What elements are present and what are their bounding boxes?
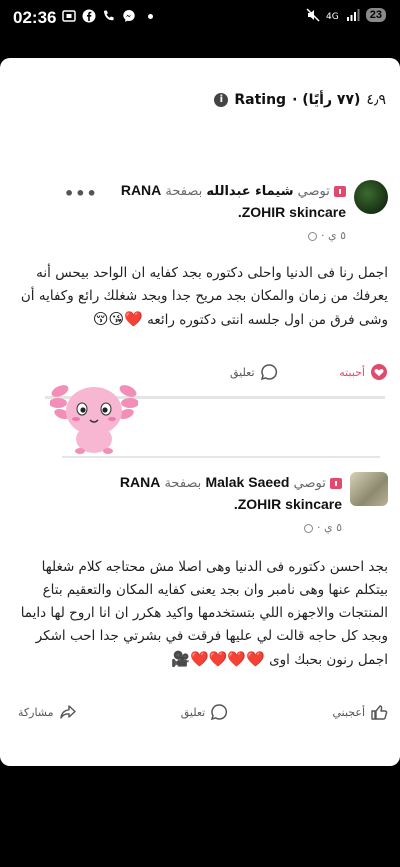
post-meta: ٥ ي ·	[18, 518, 342, 538]
rating-header: ٤٫٩ (٧٧ رأيًا) · Rating i	[214, 92, 386, 108]
comment-icon	[211, 704, 228, 721]
review-emojis: ❤️😘😚	[92, 310, 143, 328]
data-icon: 4G	[326, 12, 339, 22]
share-button[interactable]: مشاركة	[18, 703, 77, 721]
signal-icon	[346, 9, 360, 21]
notification-dot	[148, 13, 153, 19]
comment-label: تعليق	[180, 705, 206, 719]
globe-icon	[307, 231, 317, 241]
author-name[interactable]: شيماء عبدالله	[206, 184, 293, 199]
svg-text:4G: 4G	[326, 12, 339, 22]
love-button[interactable]: أحببته	[339, 363, 388, 381]
post-time: ٥ ي ·	[320, 229, 346, 242]
thumbs-up-icon	[371, 705, 388, 720]
page-name[interactable]: RANA	[120, 474, 160, 490]
love-label: أحببته	[339, 365, 365, 379]
comment-button[interactable]: تعليق	[230, 363, 278, 381]
review-post-2: توصي Malak Saeed بصفحة RANA ZOHIR skinca…	[18, 472, 388, 672]
system-nav-bar	[0, 820, 400, 867]
page-name-cont[interactable]: ZOHIR skincare.	[234, 496, 342, 512]
post-header: توصي Malak Saeed بصفحة RANA ZOHIR skinca…	[18, 472, 388, 538]
love-reaction-icon	[371, 364, 387, 380]
status-bar: 02:36 4G 23	[0, 0, 400, 36]
axolotl-sticker	[50, 385, 138, 454]
share-icon	[59, 705, 76, 719]
avatar[interactable]	[350, 472, 388, 506]
battery-badge: 23	[365, 8, 386, 22]
messenger-icon	[123, 10, 135, 22]
rating-score: ٤٫٩	[366, 92, 386, 108]
call-icon	[104, 10, 114, 21]
comment-icon	[260, 364, 277, 381]
author-name[interactable]: Malak Saeed	[205, 474, 289, 490]
status-time: 02:36	[13, 8, 57, 27]
rating-count: (٧٧ رأيًا) ·	[292, 92, 361, 108]
facebook-icon	[82, 9, 96, 23]
post-divider	[62, 456, 380, 458]
post-time: ٥ ي ·	[316, 521, 342, 534]
page-name[interactable]: RANA	[121, 182, 161, 198]
status-left-icons	[62, 9, 153, 23]
post-header-text: توصي Malak Saeed بصفحة RANA ZOHIR skinca…	[18, 472, 342, 538]
page-name-cont[interactable]: ZOHIR skincare.	[238, 204, 346, 220]
review-text: اجمل رنا فى الدنيا واحلى دكتوره بجد كفاي…	[18, 262, 388, 332]
mute-icon	[306, 8, 320, 22]
recommends-label: توصي	[293, 476, 326, 491]
avatar[interactable]	[354, 180, 388, 214]
post-meta: ٥ ي ·	[18, 226, 346, 246]
globe-icon	[303, 523, 313, 533]
preposition: بصفحة	[164, 476, 202, 491]
comment-label: تعليق	[230, 365, 255, 379]
info-icon[interactable]: i	[214, 93, 229, 107]
recommend-icon	[330, 478, 342, 489]
more-options-icon[interactable]: •••	[64, 184, 98, 203]
recommend-icon	[334, 186, 346, 197]
review-text: بجد احسن دكتوره فى الدنيا وهى اصلا مش مح…	[18, 556, 388, 672]
rating-label: Rating	[234, 92, 287, 108]
status-right-icons: 4G 23	[306, 8, 386, 22]
screen-record-icon	[62, 10, 76, 22]
like-button[interactable]: أعجبني	[332, 703, 388, 721]
comment-button[interactable]: تعليق	[181, 703, 229, 721]
recommends-label: توصي	[297, 184, 330, 199]
review-post-1: توصي شيماء عبدالله بصفحة RANA ZOHIR skin…	[18, 180, 388, 332]
share-label: مشاركة	[18, 705, 54, 719]
review-emojis: ❤️❤️❤️❤️🎥	[171, 650, 265, 668]
post-2-actions: أعجبني تعليق مشاركة	[18, 703, 388, 721]
preposition: بصفحة	[165, 184, 203, 199]
like-label: أعجبني	[332, 705, 365, 719]
review-text-content: اجمل رنا فى الدنيا واحلى دكتوره بجد كفاي…	[20, 265, 388, 328]
